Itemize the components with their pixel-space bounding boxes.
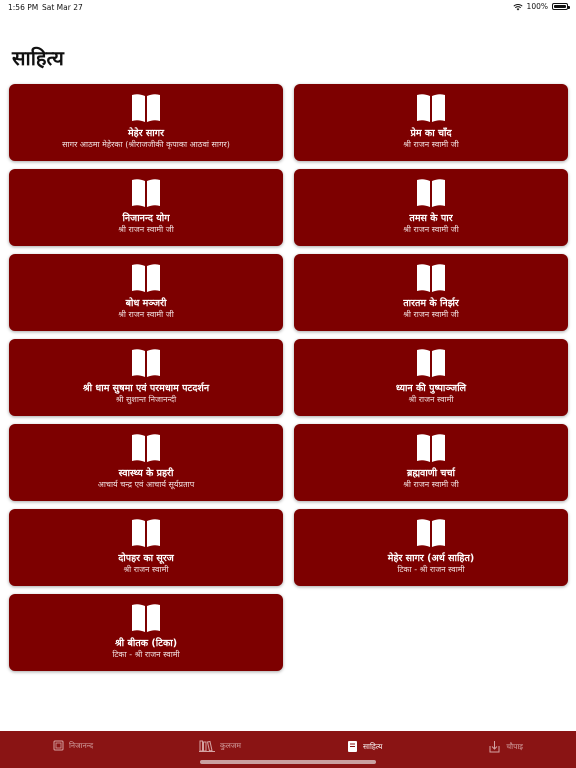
open-book-icon (417, 434, 445, 462)
book-author: श्री सुशान्त निजानन्दी (115, 395, 177, 404)
open-book-icon (132, 434, 160, 462)
open-book-icon (132, 349, 160, 377)
open-book-icon (417, 94, 445, 122)
book-grid: मेहेर सागर सागर आठमा मेहेरका (श्रीराजजीकी… (9, 84, 568, 671)
book-card[interactable]: दोपहर का सूरज श्री राजन स्वामी (9, 509, 283, 586)
book-title: श्री धाम सुषमा एवं परमधाम पटदर्शन (82, 383, 210, 394)
book-title: मेहेर सागर (अर्थ साहित) (387, 553, 475, 564)
open-book-icon (132, 94, 160, 122)
book-author: श्री राजन स्वामी (408, 395, 454, 404)
book-title: तमस के पार (409, 213, 453, 224)
book-title: बोध मञ्जरी (125, 298, 167, 309)
tab-item[interactable]: साहित्य (347, 740, 382, 753)
book-title: श्री बीतक (टिका) (114, 638, 178, 649)
book-title: स्वास्थ्य के प्रहरी (118, 468, 174, 479)
tab-label: चौपाइ (506, 741, 523, 751)
book-author: आचार्य चन्द्र एवं आचार्य सूर्यप्रताप (97, 480, 195, 489)
book-author: श्री राजन स्वामी (123, 565, 169, 574)
book-author: श्री राजन स्वामी जी (403, 310, 459, 319)
book-card[interactable]: तमस के पार श्री राजन स्वामी जी (294, 169, 568, 246)
book-author: सागर आठमा मेहेरका (श्रीराजजीकी कृपाका आठ… (62, 140, 230, 149)
book-card[interactable]: तारतम के निर्झर श्री राजन स्वामी जी (294, 254, 568, 331)
book-card[interactable]: प्रेम का चाँद श्री राजन स्वामी जी (294, 84, 568, 161)
open-book-icon (132, 179, 160, 207)
book-title: प्रेम का चाँद (410, 128, 452, 139)
battery-icon (552, 3, 570, 10)
status-bar: 1:56 PM Sat Mar 27 100% (0, 0, 576, 14)
open-book-icon (417, 349, 445, 377)
book-card[interactable]: ध्यान की पुष्पाञ्जलि श्री राजन स्वामी (294, 339, 568, 416)
page-title: साहित्य (12, 46, 64, 70)
open-book-icon (417, 519, 445, 547)
book-author: टिका - श्री राजन स्वामी (397, 565, 465, 574)
square-icon (53, 740, 64, 751)
home-indicator (200, 760, 376, 764)
book-card[interactable]: निजानन्द योग श्री राजन स्वामी जी (9, 169, 283, 246)
open-book-icon (132, 519, 160, 547)
tab-item[interactable]: निजानन्द (53, 740, 93, 751)
book-title: दोपहर का सूरज (118, 553, 174, 564)
book-author: श्री राजन स्वामी जी (118, 225, 174, 234)
book-title: निजानन्द योग (122, 213, 170, 224)
book-title: ब्रह्मवाणी चर्चा (407, 468, 455, 479)
book-title: ध्यान की पुष्पाञ्जलि (395, 383, 467, 394)
book-card[interactable]: मेहेर सागर (अर्थ साहित) टिका - श्री राजन … (294, 509, 568, 586)
book-card[interactable]: स्वास्थ्य के प्रहरी आचार्य चन्द्र एवं आचा… (9, 424, 283, 501)
book-author: टिका - श्री राजन स्वामी (112, 650, 180, 659)
book-card[interactable]: ब्रह्मवाणी चर्चा श्री राजन स्वामी जी (294, 424, 568, 501)
open-book-icon (417, 179, 445, 207)
status-right: 100% (512, 2, 570, 11)
book-card[interactable]: श्री बीतक (टिका) टिका - श्री राजन स्वामी (9, 594, 283, 671)
book-author: श्री राजन स्वामी जी (403, 480, 459, 489)
book-title: मेहेर सागर (127, 128, 165, 139)
status-date: Sat Mar 27 (42, 3, 83, 12)
book-icon (347, 740, 358, 753)
book-author: श्री राजन स्वामी जी (118, 310, 174, 319)
book-author: श्री राजन स्वामी जी (403, 140, 459, 149)
book-card[interactable]: बोध मञ्जरी श्री राजन स्वामी जी (9, 254, 283, 331)
status-time: 1:56 PM (8, 3, 39, 12)
open-book-icon (417, 264, 445, 292)
open-book-icon (132, 604, 160, 632)
battery-percent: 100% (526, 2, 548, 11)
open-book-icon (132, 264, 160, 292)
book-author: श्री राजन स्वामी जी (403, 225, 459, 234)
tab-label: निजानन्द (68, 740, 94, 750)
tab-label: कुलजम (220, 741, 241, 750)
tab-label: साहित्य (362, 741, 383, 751)
book-title: तारतम के निर्झर (403, 298, 459, 309)
wifi-icon (512, 3, 523, 10)
book-card[interactable]: श्री धाम सुषमा एवं परमधाम पटदर्शन श्री सु… (9, 339, 283, 416)
book-card[interactable]: मेहेर सागर सागर आठमा मेहेरका (श्रीराजजीकी… (9, 84, 283, 161)
library-icon (199, 740, 216, 752)
download-icon (488, 740, 501, 753)
tab-item[interactable]: कुलजम (199, 740, 241, 752)
tab-item[interactable]: चौपाइ (488, 740, 523, 753)
